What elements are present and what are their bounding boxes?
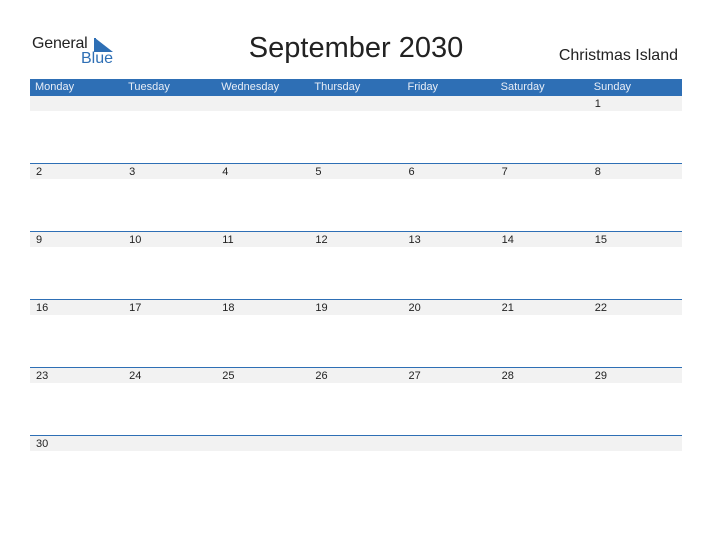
day-cell [496,436,589,451]
day-cell: 15 [594,234,607,246]
day-cell [589,436,682,451]
day-cell [216,96,309,111]
day-cell: 30 [36,438,49,450]
day-cell: 1 [594,98,601,110]
day-cell: 16 [36,302,49,314]
week-row: 30 [30,435,682,503]
date-strip: 9 10 11 12 13 14 15 [30,232,682,247]
day-cell: 3 [129,166,136,178]
weekday-thursday: Thursday [314,81,361,93]
date-strip: 23 24 25 26 27 28 29 [30,368,682,383]
week-body [30,451,682,503]
weekday-friday: Friday [407,81,439,93]
day-cell: 29 [594,370,607,382]
day-cell [30,96,123,111]
date-strip: 1 [30,96,682,111]
weekday-sunday: Sunday [593,81,632,93]
week-body [30,179,682,231]
calendar-grid: Monday Tuesday Wednesday Thursday Friday… [30,79,682,503]
weekday-header: Monday Tuesday Wednesday Thursday Friday… [30,79,682,96]
day-cell: 13 [408,234,421,246]
day-cell: 14 [501,234,514,246]
week-row: 23 24 25 26 27 28 29 [30,367,682,435]
day-cell: 4 [222,166,229,178]
day-cell: 21 [501,302,514,314]
day-cell: 17 [129,302,142,314]
week-row: 2 3 4 5 6 7 8 [30,163,682,231]
day-cell [496,96,589,111]
weekday-monday: Monday [35,81,75,93]
day-cell: 11 [222,234,234,246]
week-body [30,111,682,163]
weekday-tuesday: Tuesday [128,81,170,93]
weekday-wednesday: Wednesday [221,81,280,93]
day-cell: 18 [222,302,235,314]
weeks-container: 1 2 3 4 5 6 7 8 9 10 11 12 13 14 15 16 17 18 19 20 21 22 23 24 2… [30,96,682,503]
week-row: 16 17 18 19 20 21 22 [30,299,682,367]
day-cell [403,96,496,111]
day-cell [309,96,402,111]
day-cell: 12 [315,234,328,246]
day-cell: 9 [36,234,43,246]
country-label: Christmas Island [558,47,678,64]
day-cell: 20 [408,302,421,314]
day-cell: 23 [36,370,49,382]
day-cell: 10 [129,234,142,246]
day-cell: 19 [315,302,328,314]
day-cell [309,436,402,451]
week-body [30,383,682,435]
day-cell [216,436,309,451]
day-cell: 28 [501,370,514,382]
date-strip: 16 17 18 19 20 21 22 [30,300,682,315]
day-cell: 5 [315,166,322,178]
week-body [30,247,682,299]
day-cell [123,436,216,451]
day-cell: 24 [129,370,142,382]
weekday-saturday: Saturday [500,81,545,93]
day-cell: 8 [594,166,601,178]
day-cell [403,436,496,451]
day-cell: 22 [594,302,607,314]
date-strip: 2 3 4 5 6 7 8 [30,164,682,179]
day-cell [123,96,216,111]
week-body [30,315,682,367]
day-cell: 7 [501,166,508,178]
week-row: 9 10 11 12 13 14 15 [30,231,682,299]
date-strip: 30 [30,436,682,451]
day-cell: 25 [222,370,235,382]
day-cell: 6 [408,166,415,178]
day-cell: 26 [315,370,328,382]
day-cell: 2 [36,166,43,178]
day-cell: 27 [408,370,421,382]
week-row: 1 [30,96,682,163]
